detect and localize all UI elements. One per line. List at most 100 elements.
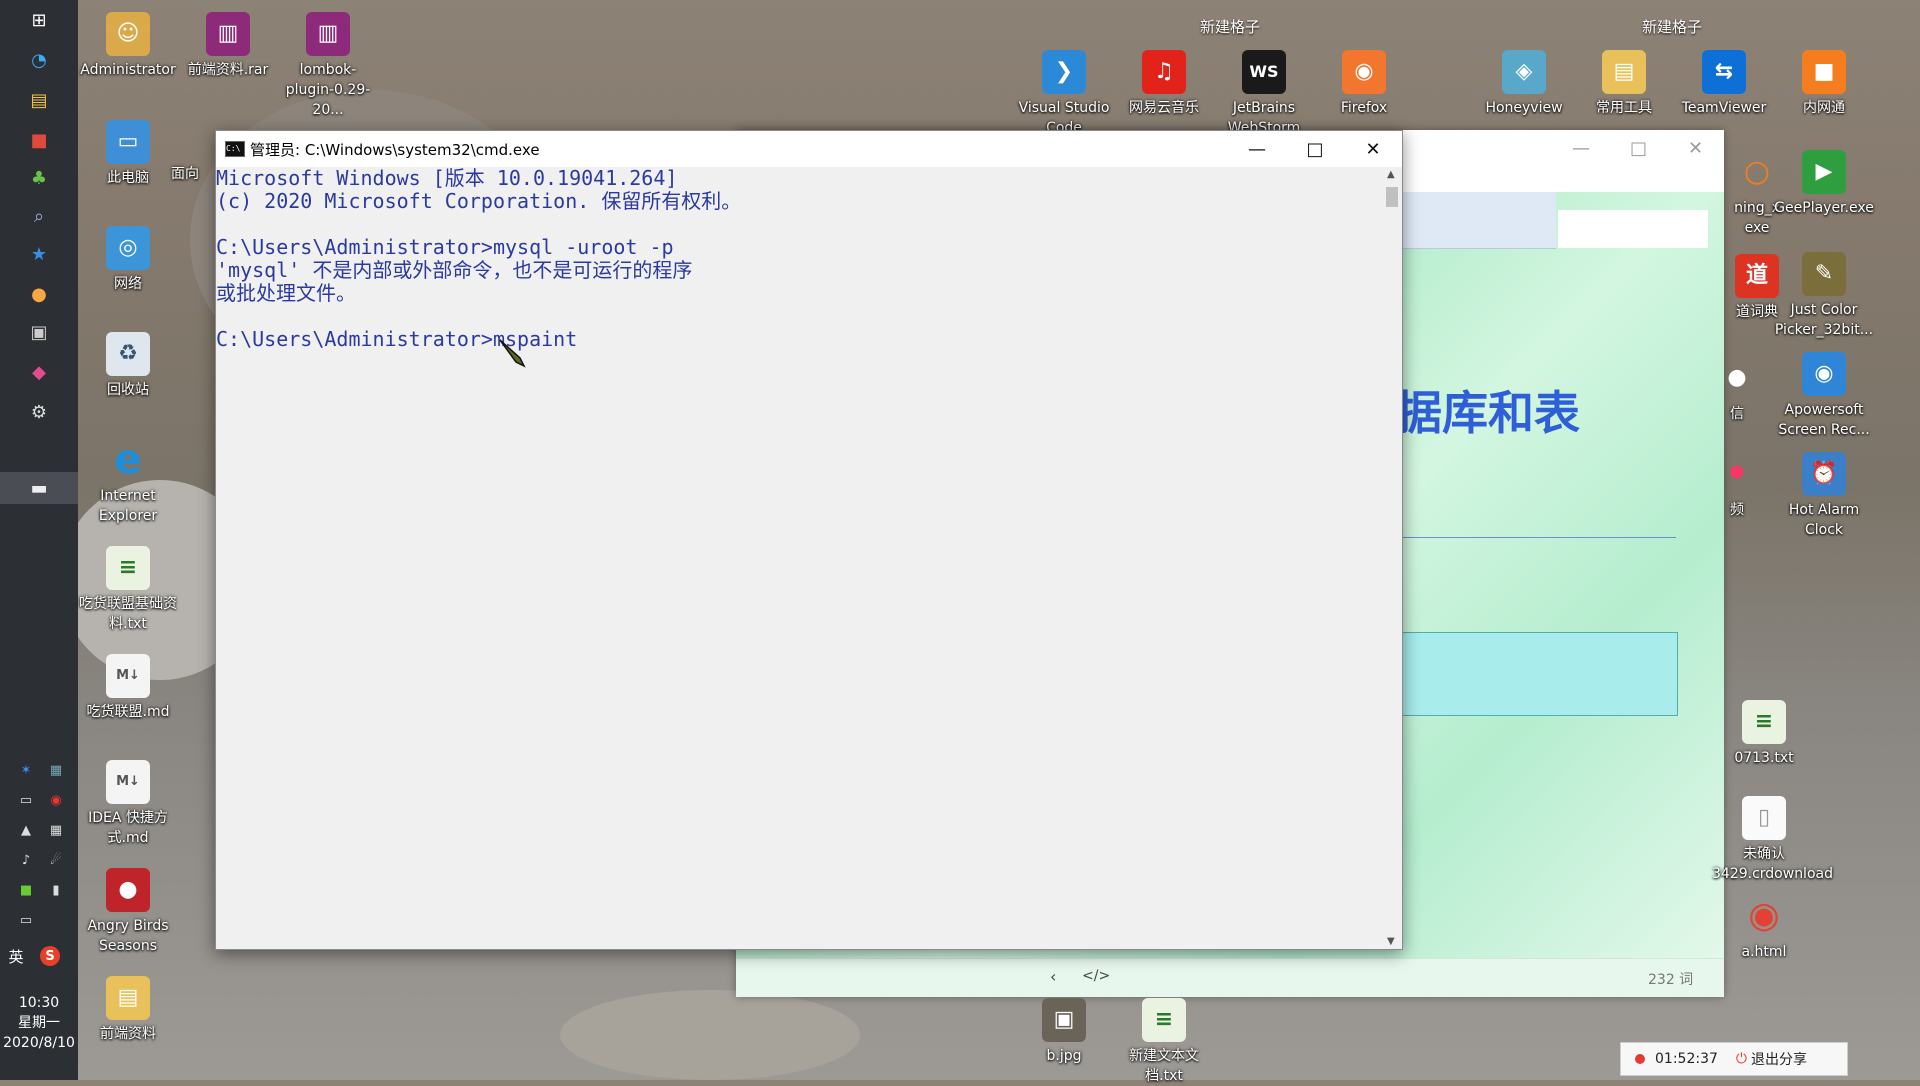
desktop-icon-honeyview[interactable]: ◈ Honeyview	[1472, 50, 1576, 118]
maximize-icon[interactable]: □	[1630, 138, 1647, 159]
desktop-icon-label: a.html	[1741, 944, 1787, 960]
scrollbar-thumb[interactable]	[1386, 187, 1398, 207]
clock[interactable]: 10:30 星期一 2020/8/10	[0, 993, 78, 1053]
angry-birds-icon: ●	[106, 868, 150, 912]
terminal-icon[interactable]: ▬	[23, 472, 55, 504]
satellite-icon[interactable]: ☄	[46, 850, 66, 870]
chat-app-icon[interactable]: ●	[23, 278, 55, 310]
scroll-up-icon[interactable]: ▲	[1387, 169, 1395, 180]
ime-indicator[interactable]: 英	[6, 946, 26, 966]
desktop-icon-frontend-folder[interactable]: ▤ 前端资料	[76, 976, 180, 1044]
cmd-window[interactable]: C:\ 管理员: C:\Windows\system32\cmd.exe — □…	[215, 130, 1403, 950]
tools-folder-icon: ▤	[1602, 50, 1646, 94]
desktop-icon-angry-birds[interactable]: ● Angry Birds Seasons	[76, 868, 180, 956]
code-icon[interactable]: </>	[1082, 968, 1110, 984]
desktop-icon-apowersoft[interactable]: ◉ Apowersoft Screen Rec...	[1772, 352, 1876, 440]
screen-share-bar: 01:52:37 ⏻ 退出分享	[1620, 1042, 1848, 1076]
image-file-icon: ▣	[1042, 998, 1086, 1042]
vscode-icon: ❯	[1042, 50, 1086, 94]
monitor-icon[interactable]: ▭	[16, 910, 36, 930]
desktop-icon-partial[interactable]: 面向	[160, 164, 210, 184]
desktop-icon-a-html[interactable]: ◉ a.html	[1712, 894, 1816, 962]
bluetooth-icon[interactable]: ✶	[16, 760, 36, 780]
webstorm-icon[interactable]: ◆	[23, 356, 55, 388]
desktop-icon-intranet[interactable]: ■ 内网通	[1772, 50, 1876, 118]
sogou-icon[interactable]: S	[40, 946, 60, 966]
volume-icon[interactable]: ♪	[16, 850, 36, 870]
settings-icon[interactable]: ⚙	[23, 396, 55, 428]
desktop-icon-food-txt[interactable]: ≡ 吃货联盟基础资料.txt	[76, 546, 180, 634]
close-button[interactable]: ✕	[1344, 131, 1402, 167]
desktop-icon-crdownload[interactable]: ▯ 未确认 3429.crdownload	[1712, 796, 1833, 884]
desktop-icon-netease[interactable]: ♫ 网易云音乐	[1112, 50, 1216, 118]
window-app-icon[interactable]: ▣	[23, 316, 55, 348]
desktop-icon-color-picker[interactable]: ✎ Just Color Picker_32bit...	[1772, 252, 1876, 340]
desktop-icon-lombok[interactable]: ▥ lombok-plugin-0.29-20...	[276, 12, 380, 120]
word-count: 232 词	[1648, 972, 1694, 988]
desktop-icon-b-jpg[interactable]: ▣ b.jpg	[1012, 998, 1116, 1066]
desktop-icon-label: 回收站	[107, 382, 149, 398]
desktop-icon-recycle-bin[interactable]: ♻ 回收站	[76, 332, 180, 400]
clock-weekday: 星期一	[18, 1015, 60, 1031]
star-app-icon[interactable]: ★	[23, 238, 55, 270]
penguin-icon[interactable]: ▲	[16, 820, 36, 840]
firefox-icon: ◉	[1342, 50, 1386, 94]
minimize-icon[interactable]: —	[1572, 138, 1590, 159]
cmd-titlebar[interactable]: C:\ 管理员: C:\Windows\system32\cmd.exe — □…	[216, 131, 1402, 167]
network-icon[interactable]: ▦	[46, 760, 66, 780]
nvidia-icon[interactable]: ■	[16, 880, 36, 900]
close-icon[interactable]: ✕	[1688, 138, 1703, 159]
desktop-icon-partial-msg[interactable]: ● 信	[1722, 356, 1752, 424]
message-icon[interactable]: ▭	[16, 790, 36, 810]
user-folder-icon: ☺	[106, 12, 150, 56]
chrome-news-icon[interactable]: ■	[23, 124, 55, 156]
desktop-icon-new-txt[interactable]: ≡ 新建文本文档.txt	[1112, 998, 1216, 1086]
grid-icon[interactable]: ▦	[46, 820, 66, 840]
desktop-icon-label: Apowersoft Screen Rec...	[1778, 402, 1870, 438]
md-file-icon: M↓	[106, 654, 150, 698]
desktop-icon-teamviewer[interactable]: ⇆ TeamViewer	[1672, 50, 1776, 118]
maximize-button[interactable]: □	[1286, 131, 1344, 167]
desktop-icon-ie[interactable]: e Internet Explorer	[76, 438, 180, 526]
minimize-button[interactable]: —	[1228, 131, 1286, 167]
search-app-icon[interactable]: ⌕	[23, 200, 55, 232]
file-explorer-icon[interactable]: ▤	[23, 84, 55, 116]
desktop-icon-vscode[interactable]: ❯ Visual Studio Code	[1012, 50, 1116, 138]
desktop-icon-hot-alarm[interactable]: ⏰ Hot Alarm Clock	[1772, 452, 1876, 540]
folder-icon: ▤	[106, 976, 150, 1020]
app-red-icon[interactable]: ◉	[46, 790, 66, 810]
mic-icon[interactable]: ▮	[46, 880, 66, 900]
desktop-icon-network[interactable]: ◎ 网络	[76, 226, 180, 294]
cmd-console[interactable]: Microsoft Windows [版本 10.0.19041.264] (c…	[216, 167, 1382, 949]
desktop-icon-administrator[interactable]: ☺ Administrator	[76, 12, 180, 80]
exit-share-button[interactable]: ⏻ 退出分享	[1736, 1049, 1807, 1069]
desktop-icon-frontend-rar[interactable]: ▥ 前端资料.rar	[176, 12, 280, 80]
desktop-icon-label: Honeyview	[1485, 100, 1563, 116]
clover-icon[interactable]: ♣	[23, 162, 55, 194]
desktop-icon-label: 网络	[114, 276, 142, 292]
taskbar: ⊞ ◔ ▤ ■ ♣ ⌕ ★ ● ▣ ◆ ⚙ ▬ ✶ ▦ ▭ ◉ ▲ ▦ ♪ ☄ …	[0, 0, 78, 1080]
honeyview-icon: ◈	[1502, 50, 1546, 94]
desktop-icon-label: Angry Birds Seasons	[87, 918, 169, 954]
desktop-icon-food-md[interactable]: M↓ 吃货联盟.md	[76, 654, 180, 722]
desktop-icon-label: 未确认 3429.crdownload	[1712, 846, 1833, 882]
desktop-icon-partial-video[interactable]: ✹ 频	[1722, 452, 1752, 520]
scroll-down-icon[interactable]: ▼	[1387, 936, 1395, 947]
desktop-icon-label: 前端资料.rar	[187, 62, 269, 78]
chevron-left-icon[interactable]: ‹	[1050, 967, 1056, 986]
desktop-icon-firefox[interactable]: ◉ Firefox	[1312, 50, 1416, 118]
desktop-icon-label: lombok-plugin-0.29-20...	[285, 62, 371, 118]
edge-icon[interactable]: ◔	[23, 44, 55, 76]
desktop-icon-idea-md[interactable]: M↓ IDEA 快捷方式.md	[76, 760, 180, 848]
desktop-icon-0713-txt[interactable]: ≡ 0713.txt	[1712, 700, 1816, 768]
start-icon[interactable]: ⊞	[23, 4, 55, 36]
cmd-icon: C:\	[225, 141, 245, 157]
clock-date: 2020/8/10	[3, 1035, 75, 1051]
desktop-icon-tools[interactable]: ▤ 常用工具	[1572, 50, 1676, 118]
desktop-icon-geeplayer[interactable]: ▶ GeePlayer.exe	[1772, 150, 1876, 218]
cmd-scrollbar[interactable]: ▲ ▼	[1382, 167, 1402, 949]
console-line: 'mysql' 不是内部或外部命令，也不是可运行的程序	[216, 258, 693, 282]
desktop-icon-label: 0713.txt	[1734, 750, 1794, 766]
desktop-icon-label: 常用工具	[1596, 100, 1652, 116]
